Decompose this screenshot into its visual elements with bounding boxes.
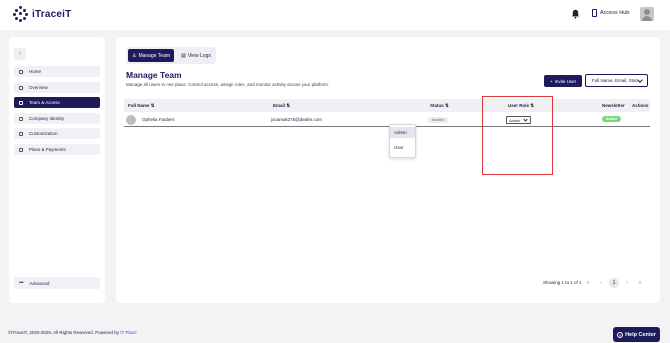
- sidebar-item-label: Overview: [29, 85, 48, 90]
- prev-page-button[interactable]: ‹: [596, 278, 606, 288]
- highlight-annotation: [482, 96, 553, 175]
- sidebar-item-label: Home: [29, 69, 42, 74]
- bell-icon[interactable]: [571, 9, 580, 19]
- last-page-button[interactable]: »: [635, 278, 645, 288]
- help-center-label: Help Center: [625, 331, 656, 338]
- sidebar-item-company-identity[interactable]: Company Identity: [14, 113, 100, 124]
- sidebar-item-label: Advanced: [29, 280, 50, 286]
- pagination-summary: Showing 1 to 1 of 1: [543, 280, 582, 285]
- copyright-text: ©iTraceiT, 2020-2025. All Rights Reserve…: [8, 330, 121, 335]
- logo-text: iTraceiT: [32, 8, 72, 20]
- column-header-full-name[interactable]: Full Name ⇅: [128, 103, 155, 109]
- users-icon: [19, 100, 23, 105]
- column-header-actions: Actions: [632, 103, 649, 108]
- avatar: [126, 115, 136, 125]
- sliders-icon: [19, 131, 23, 136]
- tab-manage-team[interactable]: ♙ Manage Team: [128, 49, 174, 62]
- globe-icon: [19, 116, 23, 121]
- footer-copyright: ©iTraceiT, 2020-2025. All Rights Reserve…: [8, 330, 137, 335]
- sidebar-item-home[interactable]: Home: [14, 66, 100, 77]
- first-page-button[interactable]: «: [583, 278, 593, 288]
- filter-value: Full Name, Email, Stat...: [592, 78, 641, 83]
- next-page-button[interactable]: ›: [622, 278, 632, 288]
- page-button-current[interactable]: 1: [609, 278, 619, 288]
- role-option-admin[interactable]: Admin: [390, 127, 415, 138]
- chevron-left-icon: ‹: [19, 51, 21, 57]
- sidebar-item-team-access[interactable]: Team & Access: [14, 97, 100, 108]
- cell-email: jocamak275@dealm.com: [271, 117, 322, 122]
- column-header-newsletter: Newsletter: [602, 103, 625, 108]
- collapse-sidebar-button[interactable]: ‹: [14, 48, 26, 60]
- tab-view-logs[interactable]: ▤ View Logs: [178, 49, 214, 62]
- tab-label: Manage Team: [138, 52, 171, 59]
- role-option-user[interactable]: User: [390, 142, 415, 153]
- cell-full-name: Ophelia Faubert: [142, 117, 175, 122]
- sidebar-item-label: Customization: [29, 131, 58, 136]
- main-panel: ♙ Manage Team ▤ View Logs Manage Team Ma…: [116, 37, 660, 303]
- phone-icon: [592, 9, 597, 17]
- sidebar-item-plans-payments[interactable]: Plans & Payments: [14, 144, 100, 155]
- access-hub-button[interactable]: Access Hub: [592, 9, 629, 17]
- home-icon: [19, 69, 23, 74]
- logo[interactable]: iTraceiT: [13, 6, 71, 22]
- sidebar-item-label: Company Identity: [29, 116, 65, 121]
- invite-user-label: Invite User: [554, 78, 577, 84]
- tab-bar: ♙ Manage Team ▤ View Logs: [126, 47, 216, 64]
- logo-mark-icon: [13, 6, 29, 22]
- dollar-icon: [19, 147, 23, 152]
- sidebar-item-advanced[interactable]: ••• Advanced: [14, 277, 100, 289]
- more-icon: •••: [19, 280, 24, 286]
- plus-icon: +: [549, 78, 553, 84]
- filter-select[interactable]: Full Name, Email, Stat...: [585, 74, 648, 87]
- user-avatar[interactable]: [640, 7, 654, 21]
- newsletter-badge[interactable]: Active: [602, 116, 622, 122]
- table-header: Full Name ⇅ Email ⇅ Status ⇅ User Role ⇅…: [124, 99, 650, 112]
- column-header-status[interactable]: Status ⇅: [430, 103, 449, 109]
- tab-label: View Logs: [187, 52, 211, 59]
- powered-by-link[interactable]: IT Place: [120, 330, 136, 335]
- sidebar-item-label: Plans & Payments: [29, 147, 66, 152]
- page-title: Manage Team: [126, 70, 182, 80]
- help-center-button[interactable]: ? Help Center: [613, 327, 660, 342]
- page-subtitle: Manage all users in one place. Control a…: [126, 82, 330, 87]
- user-role-dropdown-menu: Admin User: [389, 124, 416, 158]
- help-icon: ?: [617, 331, 624, 338]
- sidebar-item-label: Team & Access: [29, 100, 60, 105]
- sidebar-item-customization[interactable]: Customization: [14, 128, 100, 139]
- table-row: Ophelia Faubert jocamak275@dealm.com Ina…: [124, 114, 650, 127]
- access-hub-label: Access Hub: [600, 10, 630, 16]
- document-icon: ▤: [181, 52, 186, 59]
- users-icon: ♙: [131, 52, 137, 59]
- invite-user-button[interactable]: + Invite User: [544, 75, 582, 87]
- column-header-email[interactable]: Email ⇅: [273, 103, 290, 109]
- top-bar: iTraceiT Access Hub: [0, 0, 670, 30]
- grid-icon: [19, 85, 23, 90]
- sidebar-item-overview[interactable]: Overview: [14, 82, 100, 93]
- status-badge: Inactive: [428, 117, 449, 123]
